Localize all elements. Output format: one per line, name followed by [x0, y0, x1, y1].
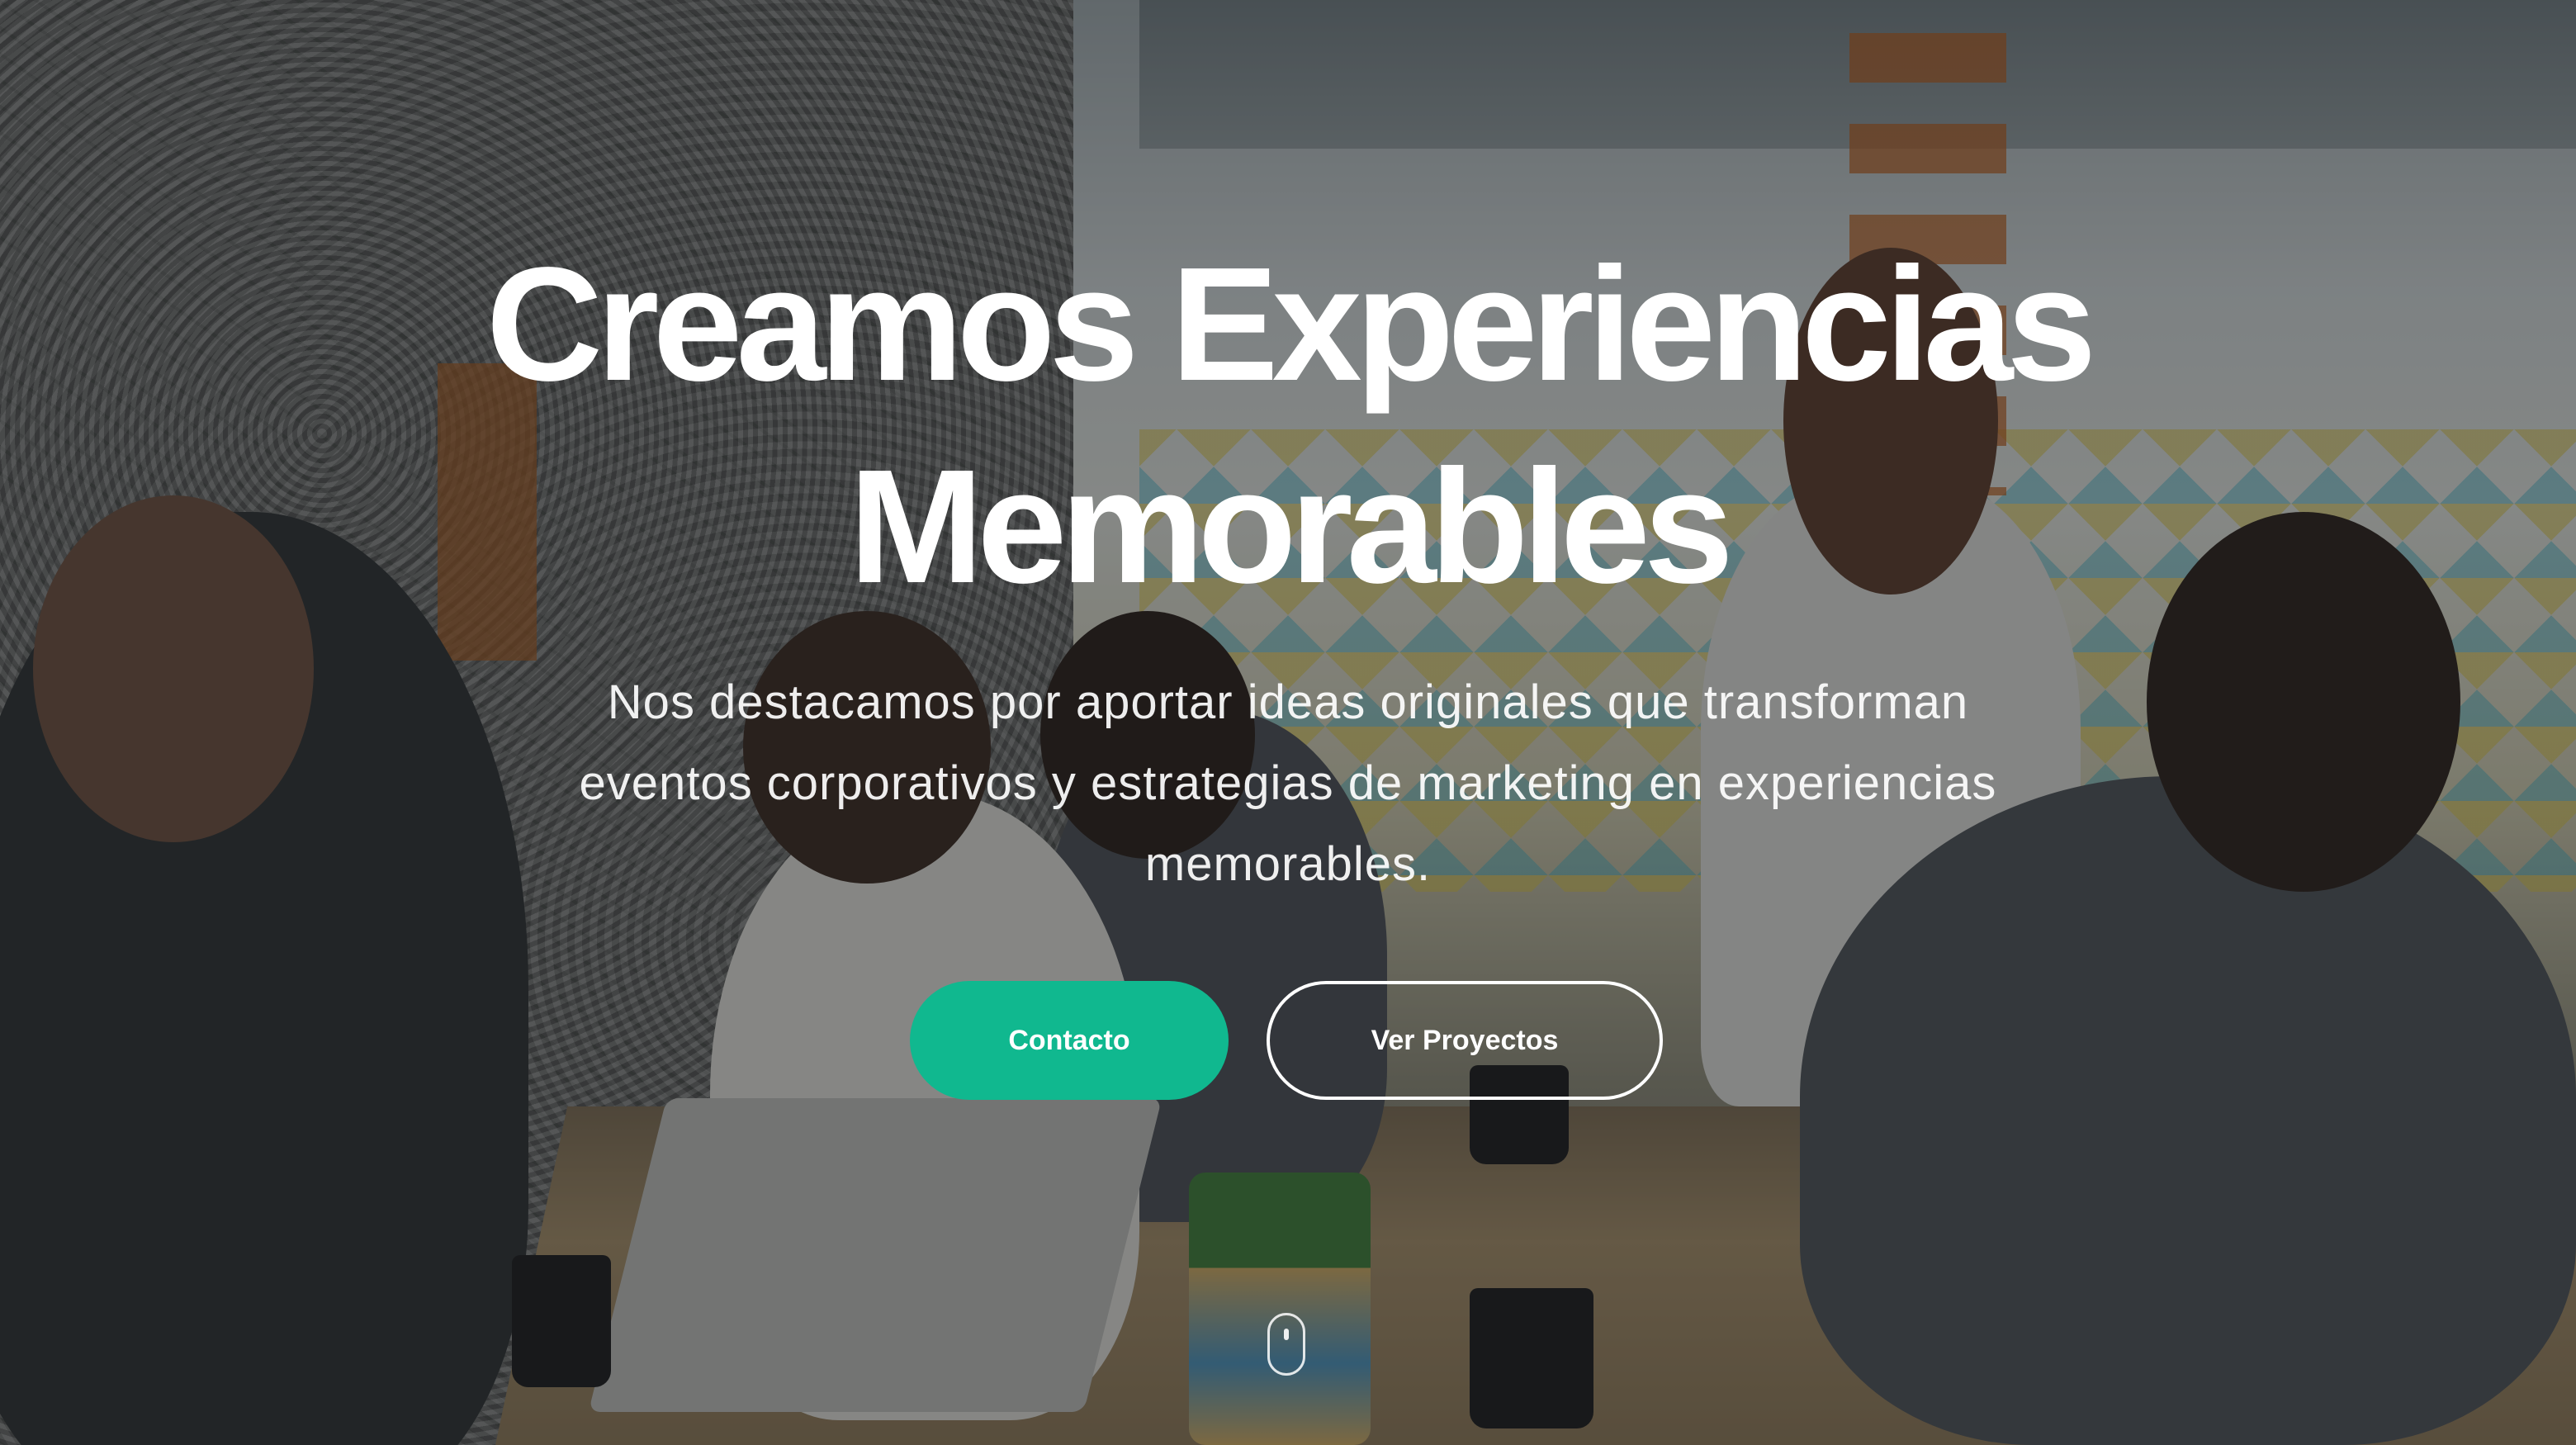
hero-buttons: Contacto Ver Proyectos: [0, 981, 2576, 1100]
contact-button[interactable]: Contacto: [910, 981, 1229, 1100]
view-projects-button[interactable]: Ver Proyectos: [1267, 981, 1663, 1100]
hero-subtitle: Nos destacamos por aportar ideas origina…: [579, 675, 1997, 891]
headline-line-1: Creamos Experiencias: [485, 234, 2097, 415]
scroll-wheel-dot: [1284, 1329, 1289, 1340]
headline-line-2: Memorables: [849, 436, 1734, 617]
hero-content: Creamos Experiencias Memorables Nos dest…: [0, 0, 2576, 1445]
mouse-scroll-icon[interactable]: [1267, 1313, 1305, 1376]
hero-section: Creamos Experiencias Memorables Nos dest…: [0, 0, 2576, 1445]
hero-headline: Creamos Experiencias Memorables: [215, 223, 2361, 628]
